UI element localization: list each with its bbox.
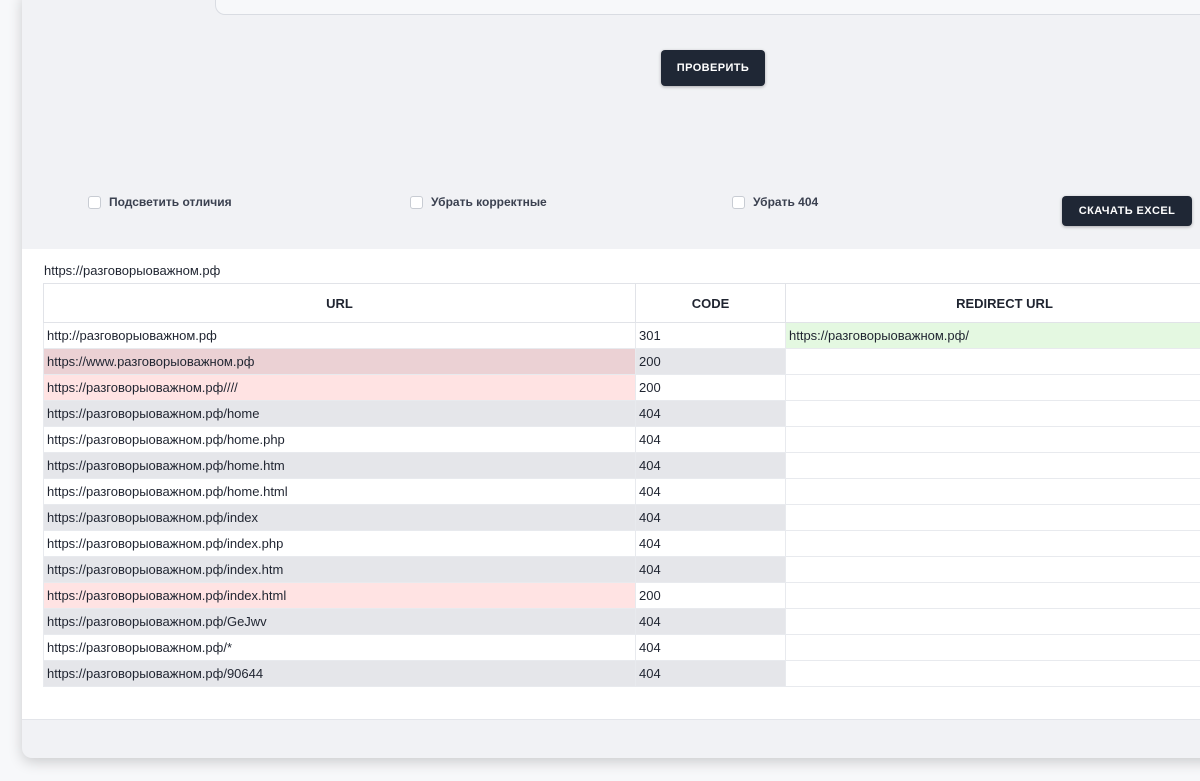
column-header-url: URL [43,283,636,323]
url-cell: https://разговорыоважном.рф/home.php [43,426,636,453]
code-cell: 404 [635,426,786,453]
results-table: URL CODE REDIRECT URL http://разговорыов… [43,283,1200,687]
url-cell: https://разговорыоважном.рф/GeJwv [43,608,636,635]
url-cell: https://разговорыоважном.рф/home [43,400,636,427]
table-row: https://разговорыоважном.рф/home.htm 404 [43,452,1200,479]
remove-correct-checkbox[interactable] [410,195,423,209]
code-cell: 200 [635,348,786,375]
url-cell: http://разговорыоважном.рф [43,322,636,349]
code-cell: 200 [635,374,786,401]
url-cell: https://www.разговорыоважном.рф [43,348,636,375]
code-cell: 404 [635,634,786,661]
table-header-row: URL CODE REDIRECT URL [43,283,1200,323]
redirect-cell [785,426,1200,453]
table-row: https://разговорыоважном.рф/* 404 [43,634,1200,661]
remove-404-checkbox[interactable] [732,195,745,209]
url-cell: https://разговорыоважном.рф/* [43,634,636,661]
check-button[interactable]: ПРОВЕРИТЬ [661,50,765,86]
checked-domain: https://разговорыоважном.рф [44,263,221,278]
redirect-cell [785,374,1200,401]
redirect-cell [785,478,1200,505]
url-cell: https://разговорыоважном.рф/index.php [43,530,636,557]
table-row: https://разговорыоважном.рф/home 404 [43,400,1200,427]
remove-correct-option[interactable]: Убрать корректные [410,195,547,209]
highlight-differences-label: Подсветить отличия [109,195,232,209]
redirect-cell [785,452,1200,479]
table-row: https://разговорыоважном.рф/index.html 2… [43,582,1200,609]
download-excel-button[interactable]: СКАЧАТЬ EXCEL [1062,196,1192,226]
table-row: https://разговорыоважном.рф/90644 404 [43,660,1200,687]
url-cell: https://разговорыоважном.рф/index.html [43,582,636,609]
table-row: https://разговорыоважном.рф/home.html 40… [43,478,1200,505]
redirect-cell [785,530,1200,557]
redirect-cell [785,582,1200,609]
main-panel: ПРОВЕРИТЬ Подсветить отличия Убрать корр… [22,0,1200,758]
code-cell: 404 [635,504,786,531]
redirect-cell [785,504,1200,531]
redirect-cell [785,400,1200,427]
column-header-redirect-url: REDIRECT URL [785,283,1200,323]
url-cell: https://разговорыоважном.рф//// [43,374,636,401]
redirect-cell [785,634,1200,661]
redirect-cell: https://разговорыоважном.рф/ [785,322,1200,349]
highlight-differences-option[interactable]: Подсветить отличия [88,195,232,209]
table-row: https://разговорыоважном.рф/GeJwv 404 [43,608,1200,635]
table-row: https://www.разговорыоважном.рф 200 [43,348,1200,375]
table-row: https://разговорыоважном.рф/index.php 40… [43,530,1200,557]
code-cell: 404 [635,478,786,505]
remove-correct-label: Убрать корректные [431,195,547,209]
table-row: https://разговорыоважном.рф/index 404 [43,504,1200,531]
table-row: http://разговорыоважном.рф 301 https://р… [43,322,1200,349]
code-cell: 200 [635,582,786,609]
url-cell: https://разговорыоважном.рф/home.html [43,478,636,505]
url-cell: https://разговорыоважном.рф/index [43,504,636,531]
url-cell: https://разговорыоважном.рф/90644 [43,660,636,687]
results-section: https://разговорыоважном.рф URL CODE RED… [22,249,1200,720]
remove-404-label: Убрать 404 [753,195,819,209]
redirect-cell [785,608,1200,635]
highlight-differences-checkbox[interactable] [88,195,101,209]
redirect-cell [785,556,1200,583]
table-row: https://разговорыоважном.рф/home.php 404 [43,426,1200,453]
code-cell: 404 [635,608,786,635]
column-header-code: CODE [635,283,786,323]
url-cell: https://разговорыоважном.рф/index.htm [43,556,636,583]
redirect-cell [785,348,1200,375]
code-cell: 301 [635,322,786,349]
table-row: https://разговорыоважном.рф/index.htm 40… [43,556,1200,583]
code-cell: 404 [635,556,786,583]
code-cell: 404 [635,660,786,687]
remove-404-option[interactable]: Убрать 404 [732,195,818,209]
table-row: https://разговорыоважном.рф//// 200 [43,374,1200,401]
urls-textarea[interactable] [215,0,1200,15]
code-cell: 404 [635,530,786,557]
code-cell: 404 [635,400,786,427]
redirect-cell [785,660,1200,687]
code-cell: 404 [635,452,786,479]
url-cell: https://разговорыоважном.рф/home.htm [43,452,636,479]
